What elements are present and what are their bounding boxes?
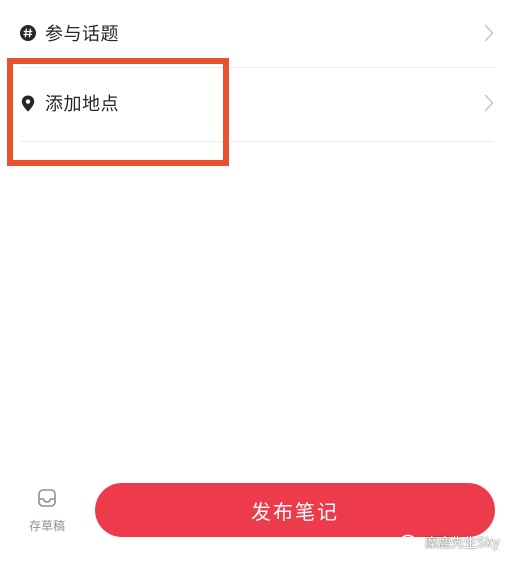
draft-box-icon [36,487,58,509]
hashtag-icon [20,25,36,41]
divider [20,67,494,68]
add-topic-row[interactable]: 参与话题 [0,0,514,66]
publish-note-screen: 参与话题 添加地点 存草稿 发布笔记 糜鹿先生Sky [0,0,514,565]
save-draft-label: 存草稿 [28,519,65,533]
watermark: 糜鹿先生Sky [400,532,500,551]
location-pin-icon [20,95,36,111]
wechat-icon [400,534,420,550]
watermark-text: 糜鹿先生Sky [424,536,500,551]
chevron-right-icon [482,23,496,43]
add-topic-label: 参与话题 [45,24,119,45]
add-location-row[interactable]: 添加地点 [0,70,514,136]
chevron-right-icon [482,93,496,113]
divider [20,141,494,142]
add-location-label: 添加地点 [45,94,119,115]
publish-note-button[interactable]: 发布笔记 [95,483,495,537]
save-draft-button[interactable]: 存草稿 [22,487,72,543]
